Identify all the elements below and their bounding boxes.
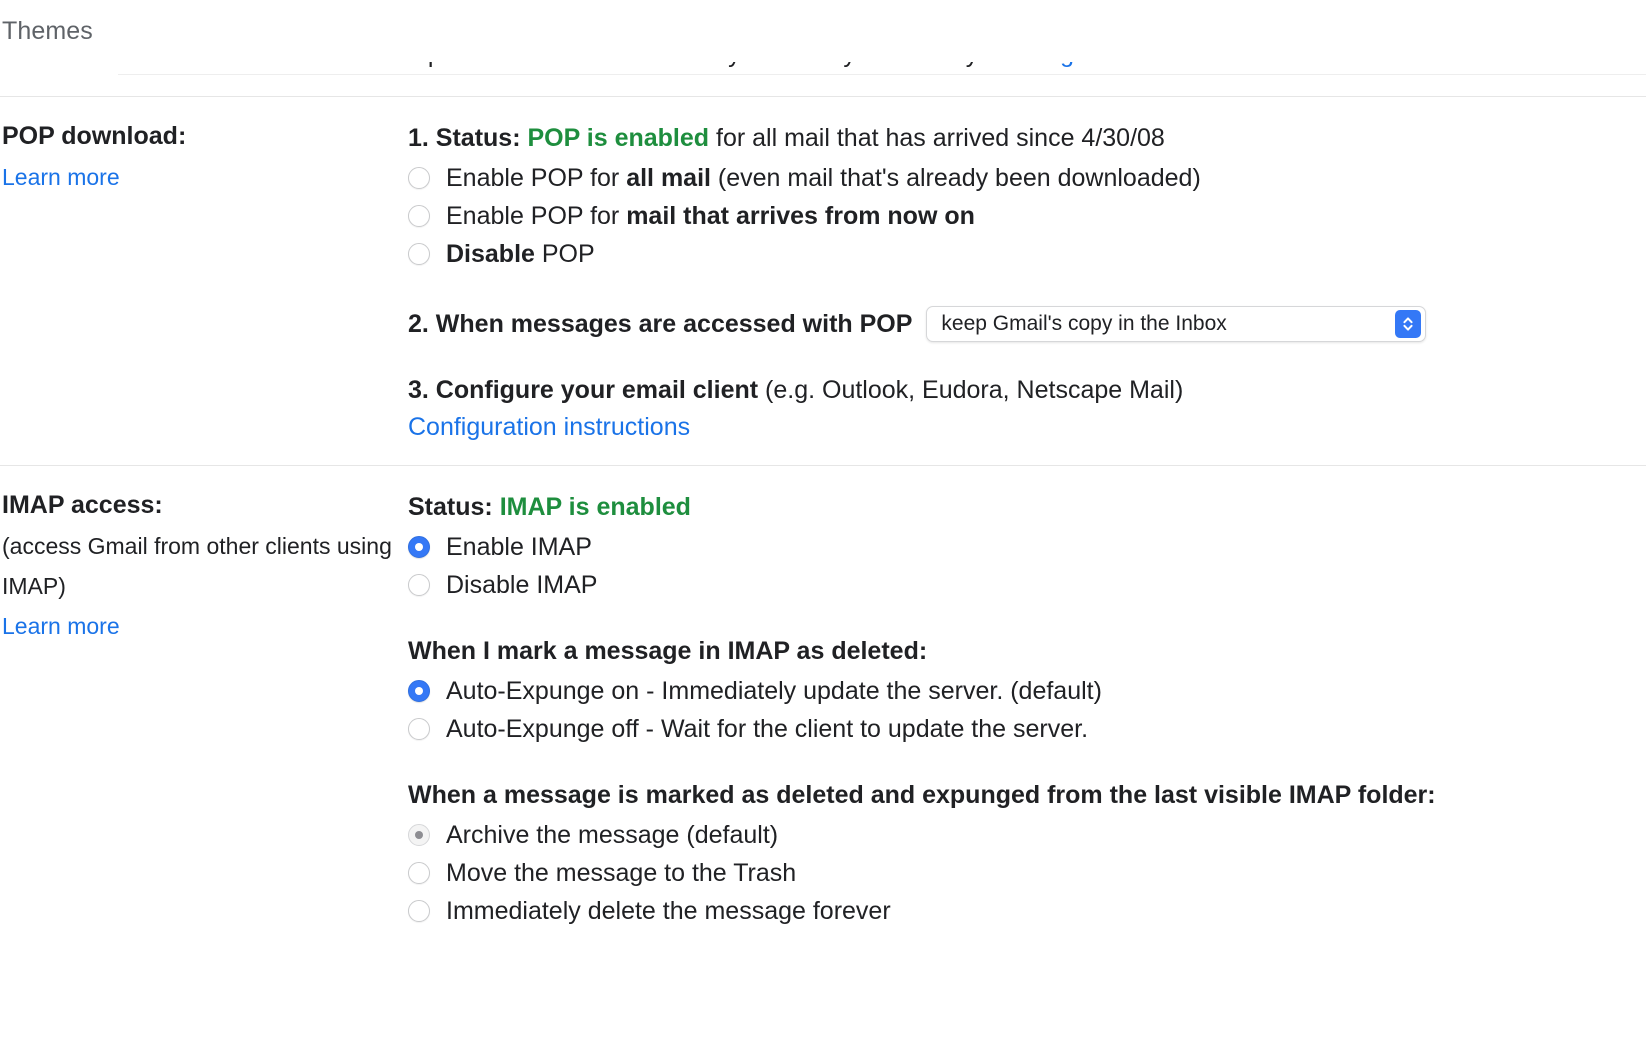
pop-status-line: 1. Status: POP is enabled for all mail t… <box>408 119 1646 157</box>
imap-option-auto-expunge-on[interactable]: Auto-Expunge on - Immediately update the… <box>408 672 1646 710</box>
pop-access-row: 2. When messages are accessed with POP k… <box>408 305 1646 343</box>
pop-option-all-mail-label: Enable POP for all mail (even mail that'… <box>446 164 1201 192</box>
imap-option-enable[interactable]: Enable IMAP <box>408 528 1646 566</box>
radio-expunge-trash[interactable] <box>408 862 430 884</box>
pop-access-select-value: keep Gmail's copy in the Inbox <box>941 312 1227 335</box>
pop-access-select[interactable]: keep Gmail's copy in the Inbox <box>926 306 1427 342</box>
spacer-after-imap-deleted <box>408 748 1646 776</box>
spacer-after-pop-access <box>408 343 1646 371</box>
imap-option-disable[interactable]: Disable IMAP <box>408 566 1646 604</box>
imap-status-state: IMAP is enabled <box>499 493 691 521</box>
pop-left-column: POP download: Learn more <box>0 119 408 197</box>
radio-pop-from-now-on[interactable] <box>408 205 430 227</box>
radio-imap-disable[interactable] <box>408 574 430 596</box>
imap-option-delete-forever[interactable]: Immediately delete the message forever <box>408 892 1646 930</box>
imap-access-section: IMAP access: (access Gmail from other cl… <box>0 466 1646 950</box>
pop-status-prefix: 1. Status: <box>408 124 528 152</box>
pop-configure-bold: 3. Configure your email client <box>408 376 759 404</box>
pop-configuration-instructions-row: Configuration instructions <box>408 409 1646 445</box>
imap-right-column: Status: IMAP is enabled Enable IMAP Disa… <box>408 488 1646 930</box>
imap-deleted-group: Auto-Expunge on - Immediately update the… <box>408 672 1646 748</box>
imap-expunged-heading: When a message is marked as deleted and … <box>408 781 1436 809</box>
imap-status-prefix: Status: <box>408 493 500 521</box>
pop-right-column: 1. Status: POP is enabled for all mail t… <box>408 119 1646 445</box>
imap-learn-more-link[interactable]: Learn more <box>2 606 120 646</box>
imap-option-enable-label: Enable IMAP <box>446 533 592 561</box>
pop-learn-more-link[interactable]: Learn more <box>2 157 120 197</box>
imap-deleted-heading: When I mark a message in IMAP as deleted… <box>408 637 928 665</box>
radio-pop-all-mail[interactable] <box>408 167 430 189</box>
imap-option-auto-expunge-off[interactable]: Auto-Expunge off - Wait for the client t… <box>408 710 1646 748</box>
radio-expunge-archive[interactable] <box>408 824 430 846</box>
spacer-after-imap-enable <box>408 604 1646 632</box>
radio-auto-expunge-off[interactable] <box>408 718 430 740</box>
radio-expunge-delete-forever[interactable] <box>408 900 430 922</box>
pop-configure-line: 3. Configure your email client (e.g. Out… <box>408 371 1646 409</box>
imap-option-trash[interactable]: Move the message to the Trash <box>408 854 1646 892</box>
create-filter-link[interactable]: creating a filter <box>985 62 1149 68</box>
clipped-tip-strip: Tip: You can also forward only some of y… <box>0 62 1646 96</box>
imap-section-title: IMAP access: <box>2 491 163 519</box>
pop-option-all-mail[interactable]: Enable POP for all mail (even mail that'… <box>408 159 1646 197</box>
imap-section-note: (access Gmail from other clients using I… <box>2 533 392 599</box>
imap-option-auto-expunge-on-label: Auto-Expunge on - Immediately update the… <box>446 677 1102 705</box>
radio-pop-disable[interactable] <box>408 243 430 265</box>
pop-option-from-now-on-label: Enable POP for mail that arrives from no… <box>446 202 975 230</box>
imap-option-trash-label: Move the message to the Trash <box>446 859 797 887</box>
pop-option-disable[interactable]: Disable POP <box>408 235 1646 273</box>
pop-status-suffix: for all mail that has arrived since 4/30… <box>709 124 1165 152</box>
themes-label: Themes <box>2 16 93 45</box>
imap-expunged-group: Archive the message (default) Move the m… <box>408 816 1646 930</box>
pop-status-state: POP is enabled <box>527 124 710 152</box>
configuration-instructions-link[interactable]: Configuration instructions <box>408 409 690 445</box>
imap-option-auto-expunge-off-label: Auto-Expunge off - Wait for the client t… <box>446 715 1089 743</box>
pop-access-label: 2. When messages are accessed with POP <box>408 310 913 338</box>
pop-option-from-now-on[interactable]: Enable POP for mail that arrives from no… <box>408 197 1646 235</box>
imap-option-delete-forever-label: Immediately delete the message forever <box>446 897 891 925</box>
themes-row: Themes <box>0 0 1646 62</box>
pop-options-group: Enable POP for all mail (even mail that'… <box>408 159 1646 273</box>
radio-imap-enable[interactable] <box>408 536 430 558</box>
imap-left-column: IMAP access: (access Gmail from other cl… <box>0 488 408 646</box>
divider-indent <box>118 74 1646 75</box>
spacer-after-pop-options <box>408 273 1646 301</box>
pop-option-disable-label: Disable POP <box>446 240 595 268</box>
imap-option-disable-label: Disable IMAP <box>446 571 598 599</box>
imap-enable-group: Enable IMAP Disable IMAP <box>408 528 1646 604</box>
pop-download-section: POP download: Learn more 1. Status: POP … <box>0 97 1646 465</box>
imap-option-archive-label: Archive the message (default) <box>446 821 779 849</box>
clipped-tip-text: Tip: You can also forward only some of y… <box>408 62 1149 69</box>
imap-option-archive[interactable]: Archive the message (default) <box>408 816 1646 854</box>
radio-auto-expunge-on[interactable] <box>408 680 430 702</box>
stepper-updown-icon[interactable] <box>1395 310 1422 338</box>
imap-status-line: Status: IMAP is enabled <box>408 488 1646 526</box>
pop-configure-rest: (e.g. Outlook, Eudora, Netscape Mail) <box>758 376 1184 404</box>
clipped-tip-label: Tip: You can also forward only some of y… <box>408 62 985 68</box>
pop-section-title: POP download: <box>2 122 187 150</box>
